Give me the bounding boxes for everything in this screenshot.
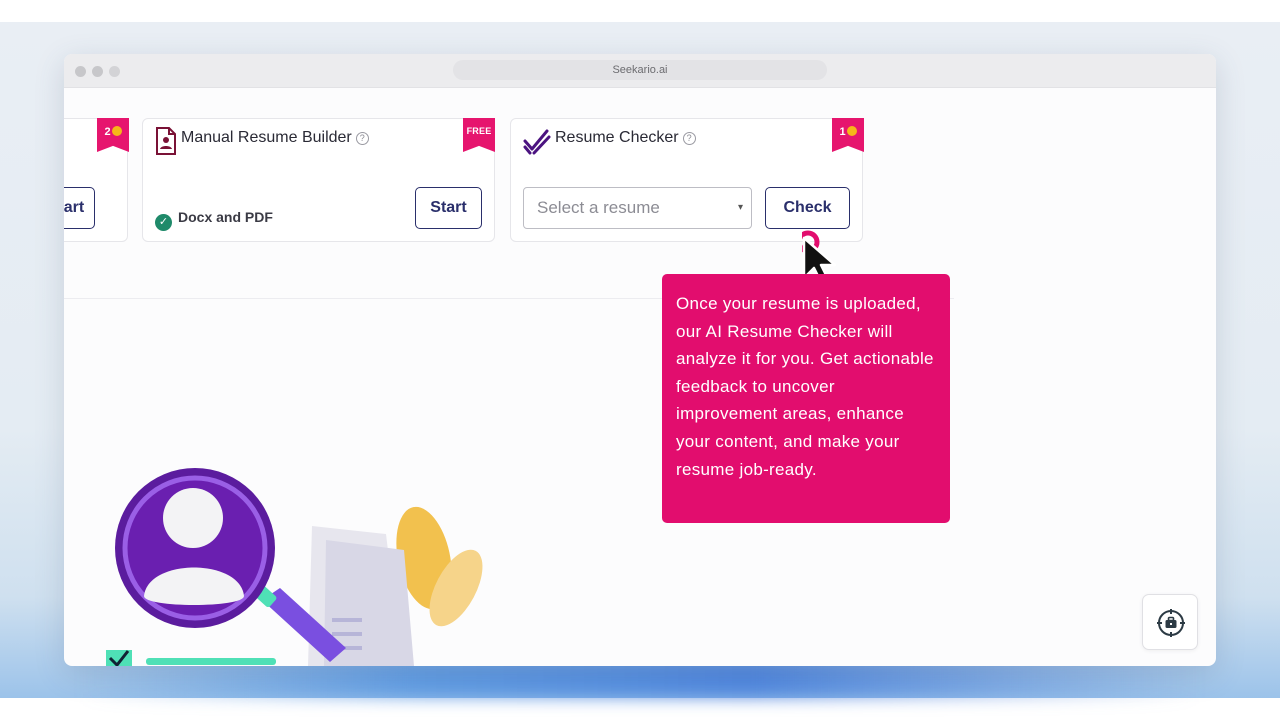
page-content: 2 Start Manual Resume Builder? FREE ✓Doc… [64, 88, 1216, 666]
window-close-dot[interactable] [75, 66, 86, 77]
card-title-text: Resume Checker [555, 129, 679, 146]
coin-icon [846, 126, 857, 136]
card-resume-checker: Resume Checker? 1 Select a resume ▾ Check [510, 118, 864, 242]
resume-select[interactable]: Select a resume ▾ [523, 187, 752, 229]
resume-search-illustration [106, 468, 483, 666]
check-button[interactable]: Check [765, 187, 850, 229]
window-minimize-dot[interactable] [92, 66, 103, 77]
chevron-down-icon: ▾ [737, 202, 743, 213]
progress-line [146, 658, 276, 665]
help-fab-button[interactable] [1142, 594, 1198, 650]
credit-badge: 1 [832, 118, 864, 152]
paper-line [332, 618, 362, 622]
address-bar[interactable]: Seekario.ai [453, 60, 827, 80]
feature-tooltip: Once your resume is uploaded, our AI Res… [662, 274, 950, 523]
briefcase-help-icon [1157, 609, 1185, 637]
card-title: Resume Checker? [555, 129, 696, 147]
paper-line [332, 632, 362, 636]
select-placeholder: Select a resume [537, 198, 660, 217]
avatar-head [163, 488, 223, 548]
credit-count: 1 [839, 126, 846, 138]
window-maximize-dot[interactable] [109, 66, 120, 77]
double-check-icon [523, 127, 551, 160]
help-icon[interactable]: ? [682, 132, 696, 145]
browser-window: Seekario.ai 2 Start Manual Resume Builde… [64, 54, 1216, 666]
browser-titlebar: Seekario.ai [64, 54, 1216, 88]
